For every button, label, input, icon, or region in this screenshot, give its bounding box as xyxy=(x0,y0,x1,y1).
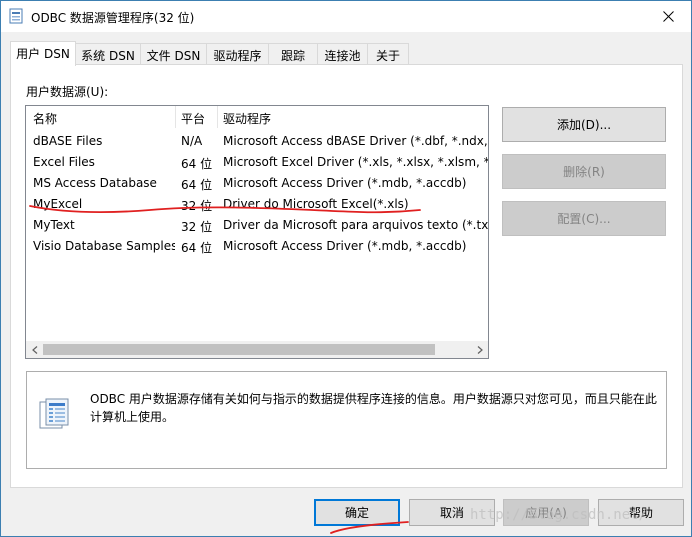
row-driver: Microsoft Access Driver (*.mdb, *.accdb) xyxy=(223,176,467,190)
column-header-driver[interactable]: 驱动程序 xyxy=(223,110,271,127)
tab-drivers[interactable]: 驱动程序 xyxy=(206,43,269,65)
close-button[interactable] xyxy=(645,1,691,32)
row-name: MyText xyxy=(33,218,75,232)
tab-label: 系统 DSN xyxy=(81,49,135,63)
list-row[interactable]: MS Access Database 64 位 Microsoft Access… xyxy=(26,173,488,194)
list-row[interactable]: Visio Database Samples 64 位 Microsoft Ac… xyxy=(26,236,488,257)
tab-tracing[interactable]: 跟踪 xyxy=(268,43,318,65)
scrollbar-thumb[interactable] xyxy=(43,344,435,355)
title-bar[interactable]: ODBC 数据源管理程序(32 位) xyxy=(1,1,691,32)
info-description: ODBC 用户数据源存储有关如何与指示的数据提供程序连接的信息。用户数据源只对您… xyxy=(90,392,657,424)
list-row[interactable]: MyExcel 32 位 Driver do Microsoft Excel(*… xyxy=(26,194,488,215)
odbc-dialog: ODBC 数据源管理程序(32 位) 用户 DSN 系统 DSN 文件 DSN … xyxy=(0,0,692,537)
cancel-button-label: 取消 xyxy=(439,506,464,520)
help-button[interactable]: 帮助 xyxy=(598,499,684,526)
list-header: 名称 平台 驱动程序 xyxy=(26,106,488,128)
horizontal-scrollbar[interactable] xyxy=(26,341,488,358)
tab-label: 驱动程序 xyxy=(213,49,262,63)
row-platform: N/A xyxy=(181,134,203,148)
remove-button[interactable]: 删除(R) xyxy=(502,154,666,189)
row-platform: 64 位 xyxy=(181,178,213,192)
apply-button-label: 应用(A) xyxy=(525,506,567,520)
configure-button-label: 配置(C)... xyxy=(557,212,611,226)
add-button[interactable]: 添加(D)... xyxy=(502,107,666,142)
info-box: ODBC 用户数据源存储有关如何与指示的数据提供程序连接的信息。用户数据源只对您… xyxy=(26,371,667,469)
row-platform: 32 位 xyxy=(181,220,213,234)
row-platform: 32 位 xyxy=(181,199,213,213)
scroll-left-icon[interactable] xyxy=(26,341,43,358)
tab-label: 文件 DSN xyxy=(146,49,201,63)
column-divider[interactable] xyxy=(175,106,176,128)
list-row[interactable]: Excel Files 64 位 Microsoft Excel Driver … xyxy=(26,152,488,173)
tab-label: 用户 DSN xyxy=(16,47,70,61)
tab-label: 关于 xyxy=(375,49,400,63)
row-driver: Driver do Microsoft Excel(*.xls) xyxy=(223,197,409,211)
user-dsn-panel: 用户数据源(U): 名称 平台 驱动程序 dBASE Files N/A Mic… xyxy=(10,64,683,488)
row-name: MS Access Database xyxy=(33,176,157,190)
row-name: Visio Database Samples xyxy=(33,239,175,253)
data-source-list[interactable]: 名称 平台 驱动程序 dBASE Files N/A Microsoft Acc… xyxy=(25,105,489,359)
odbc-app-icon xyxy=(9,8,23,24)
column-divider[interactable] xyxy=(217,106,218,128)
tab-label: 连接池 xyxy=(324,49,361,63)
row-driver: Microsoft Access dBASE Driver (*.dbf, *.… xyxy=(223,134,488,148)
tab-label: 跟踪 xyxy=(280,49,305,63)
row-driver: Driver da Microsoft para arquivos texto … xyxy=(223,218,488,232)
tab-file-dsn[interactable]: 文件 DSN xyxy=(140,43,207,65)
cancel-button[interactable]: 取消 xyxy=(409,499,495,526)
close-icon xyxy=(662,11,674,22)
window-title: ODBC 数据源管理程序(32 位) xyxy=(31,11,195,25)
configure-button[interactable]: 配置(C)... xyxy=(502,201,666,236)
list-row[interactable]: dBASE Files N/A Microsoft Access dBASE D… xyxy=(26,131,488,152)
tab-connection-pooling[interactable]: 连接池 xyxy=(317,43,368,65)
column-header-name[interactable]: 名称 xyxy=(33,110,57,127)
section-label: 用户数据源(U): xyxy=(26,85,109,99)
scroll-right-icon[interactable] xyxy=(471,341,488,358)
row-platform: 64 位 xyxy=(181,241,213,255)
row-driver: Microsoft Access Driver (*.mdb, *.accdb) xyxy=(223,239,467,253)
ok-button[interactable]: 确定 xyxy=(314,499,400,526)
row-driver: Microsoft Excel Driver (*.xls, *.xlsx, *… xyxy=(223,155,488,169)
row-name: Excel Files xyxy=(33,155,95,169)
ok-button-label: 确定 xyxy=(344,506,369,520)
help-button-label: 帮助 xyxy=(628,506,653,520)
tab-system-dsn[interactable]: 系统 DSN xyxy=(75,43,141,65)
add-button-label: 添加(D)... xyxy=(556,118,612,132)
list-row[interactable]: MyText 32 位 Driver da Microsoft para arq… xyxy=(26,215,488,236)
row-name: MyExcel xyxy=(33,197,83,211)
remove-button-label: 删除(R) xyxy=(563,165,605,179)
row-name: dBASE Files xyxy=(33,134,103,148)
column-header-platform[interactable]: 平台 xyxy=(181,110,205,127)
tab-user-dsn[interactable]: 用户 DSN xyxy=(10,41,76,66)
apply-button[interactable]: 应用(A) xyxy=(503,499,589,526)
row-platform: 64 位 xyxy=(181,157,213,171)
tab-about[interactable]: 关于 xyxy=(367,43,409,65)
data-source-icon xyxy=(39,398,69,429)
